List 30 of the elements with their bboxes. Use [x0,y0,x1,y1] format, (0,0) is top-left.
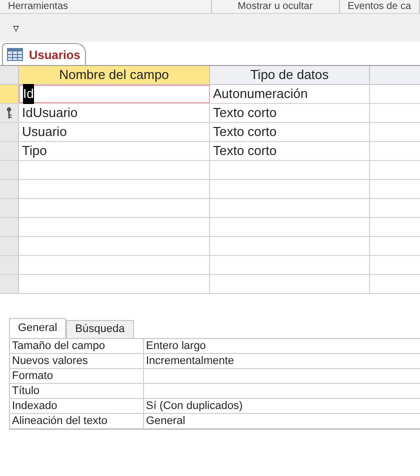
select-all-corner[interactable] [0,66,19,84]
property-label: Tamaño del campo [12,338,105,354]
field-name-cell[interactable]: Id [19,85,210,103]
column-header[interactable]: Nombre del campo [19,66,210,84]
document-tab[interactable]: Usuarios [2,43,86,65]
property-value[interactable]: Incrementalmente [146,352,234,370]
data-type-cell[interactable]: Texto corto [210,142,370,160]
property-value[interactable]: Sí (Con duplicados) [146,398,243,414]
customize-toolbar-button[interactable]: ▿ [13,22,19,34]
property-value[interactable]: Entero largo [146,338,206,354]
row-selector[interactable] [0,104,19,122]
property-label: Indexado [12,398,58,414]
property-label: Alineación del texto [12,414,108,429]
data-type-cell[interactable]: Texto corto [210,104,370,122]
property-tab[interactable]: General [9,318,66,338]
table-icon [7,48,23,61]
ribbon-group-label: Eventos de ca [348,1,411,12]
key-icon [6,107,12,119]
property-value[interactable]: General [146,412,186,430]
ribbon-group-label: Herramientas [8,1,68,12]
field-name-cell[interactable]: Tipo [19,142,210,160]
data-type-cell[interactable]: Texto corto [210,123,370,141]
data-type-cell[interactable]: Autonumeración [210,85,370,103]
property-label: Formato [12,368,53,384]
property-label: Nuevos valores [12,354,88,369]
field-name-cell[interactable]: IdUsuario [19,104,210,122]
property-tab[interactable]: Búsqueda [66,320,134,338]
property-label: Título [12,384,40,399]
ribbon-group-label: Mostrar u ocultar [238,1,313,12]
field-name-cell[interactable]: Usuario [19,123,210,141]
